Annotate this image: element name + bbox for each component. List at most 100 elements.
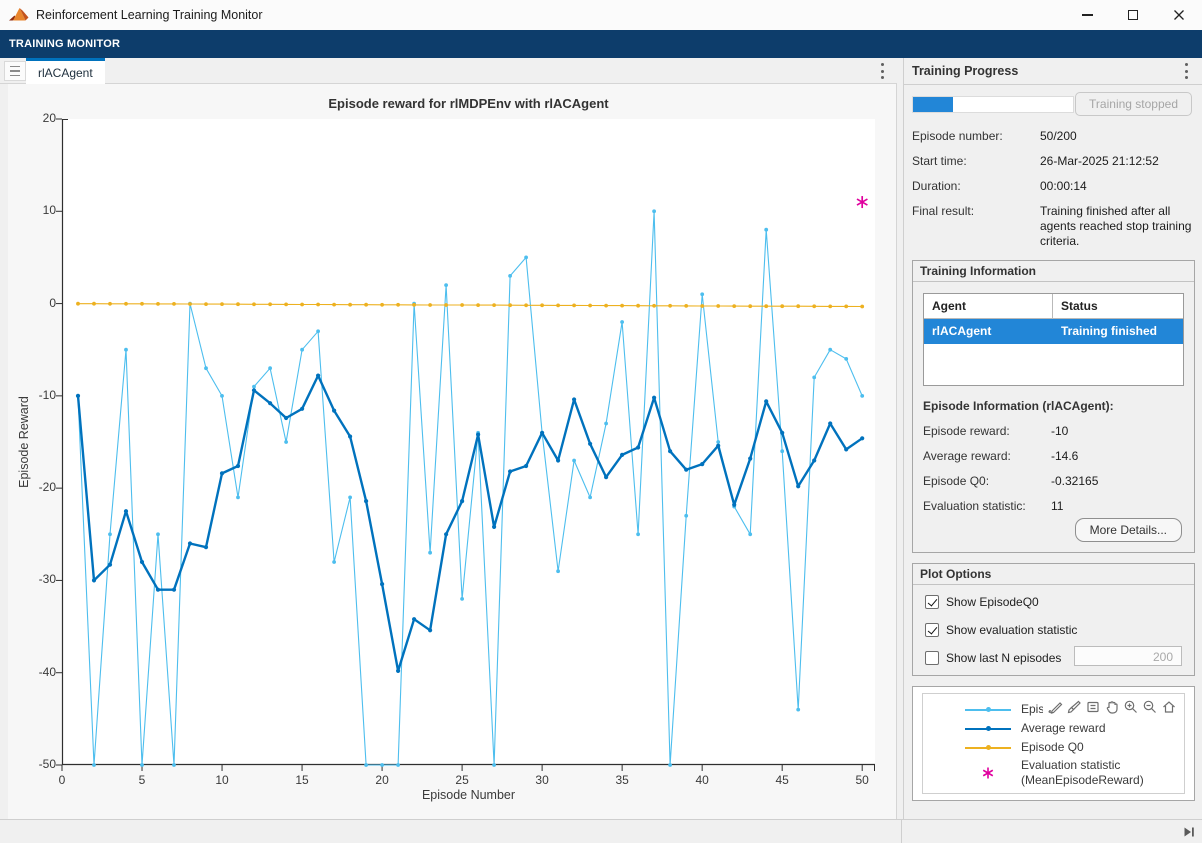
table-row[interactable]: rlACAgent Training finished xyxy=(924,319,1183,344)
x-tick-label: 40 xyxy=(695,773,708,787)
toolstrip-ribbon: TRAINING MONITOR xyxy=(0,30,1202,58)
pan-icon[interactable] xyxy=(1102,697,1121,716)
y-tick-label: 10 xyxy=(10,203,56,217)
chart-title: Episode reward for rlMDPEnv with rlACAge… xyxy=(62,96,875,111)
episode-q0-row: Episode Q0: -0.32165 xyxy=(923,474,1185,488)
legend-label: Average reward xyxy=(1021,721,1106,736)
close-button[interactable] xyxy=(1156,0,1202,30)
x-tick-label: 5 xyxy=(139,773,146,787)
panel-title: Training Progress xyxy=(912,64,1018,78)
average-reward-line-swatch xyxy=(965,728,1011,730)
y-tick-label: -10 xyxy=(10,388,56,402)
field-label: Episode number: xyxy=(912,129,1040,144)
x-tick-label: 20 xyxy=(375,773,388,787)
legend-label: Evaluation statistic (MeanEpisodeReward) xyxy=(1021,758,1144,788)
x-tick-label: 45 xyxy=(775,773,788,787)
episode-q0-line-swatch xyxy=(965,747,1011,749)
checkbox-label: Show evaluation statistic xyxy=(946,623,1077,637)
checkbox-icon xyxy=(925,651,939,665)
plot-options-section: Plot Options Show EpisodeQ0 Show evaluat… xyxy=(912,563,1195,676)
episode-reward-row: Episode reward: -10 xyxy=(923,424,1185,438)
training-progress-panel: Training Progress Training stopped Episo… xyxy=(903,58,1202,819)
checkbox-label: Show EpisodeQ0 xyxy=(946,595,1039,609)
field-label: Average reward: xyxy=(923,449,1051,463)
cell-status: Training finished xyxy=(1053,319,1183,344)
restore-view-home-icon[interactable] xyxy=(1159,697,1178,716)
last-n-episodes-input[interactable] xyxy=(1074,646,1182,666)
show-last-n-episodes-option[interactable]: Show last N episodes xyxy=(925,651,1061,665)
episode-reward-line-swatch xyxy=(965,709,1011,711)
field-label: Episode Q0: xyxy=(923,474,1051,488)
legend-item-evaluation-statistic: Evaluation statistic (MeanEpisodeReward) xyxy=(923,758,1184,788)
episode-information-title: Episode Information (rlACAgent): xyxy=(923,399,1114,413)
field-label: Episode reward: xyxy=(923,424,1051,438)
y-axis-label: Episode Reward xyxy=(17,396,31,488)
brush-icon[interactable] xyxy=(1064,697,1083,716)
x-tick-label: 0 xyxy=(59,773,66,787)
legend-label: Episode Q0 xyxy=(1021,740,1084,755)
maximize-button[interactable] xyxy=(1110,0,1156,30)
field-value: Training finished after all agents reach… xyxy=(1040,204,1195,248)
show-evaluation-statistic-option[interactable]: Show evaluation statistic xyxy=(925,623,1077,637)
close-icon xyxy=(1173,9,1185,21)
skip-to-end-icon[interactable] xyxy=(1182,825,1196,839)
y-tick-label: -50 xyxy=(10,757,56,771)
episode-number-row: Episode number: 50/200 xyxy=(912,129,1195,144)
tab-rlacagent[interactable]: rlACAgent xyxy=(26,58,105,84)
field-value: 26-Mar-2025 21:12:52 xyxy=(1040,154,1195,169)
checkbox-icon xyxy=(925,595,939,609)
column-header-status: Status xyxy=(1053,294,1183,318)
x-tick-label: 35 xyxy=(615,773,628,787)
ribbon-tab-training-monitor[interactable]: TRAINING MONITOR xyxy=(9,38,120,50)
plot-area[interactable] xyxy=(62,119,875,765)
y-tick-label: -40 xyxy=(10,665,56,679)
chart-document: Episode reward for rlMDPEnv with rlACAge… xyxy=(8,84,897,819)
training-stopped-button[interactable]: Training stopped xyxy=(1075,92,1192,116)
maximize-icon xyxy=(1128,10,1138,20)
zoom-in-icon[interactable] xyxy=(1121,697,1140,716)
more-details-button[interactable]: More Details... xyxy=(1075,518,1182,542)
progress-fill xyxy=(913,97,953,112)
minimize-icon xyxy=(1082,14,1093,16)
field-value: 00:00:14 xyxy=(1040,179,1195,194)
duration-row: Duration: 00:00:14 xyxy=(912,179,1195,194)
show-episodeq0-option[interactable]: Show EpisodeQ0 xyxy=(925,595,1039,609)
field-label: Evaluation statistic: xyxy=(923,499,1051,513)
window-title: Reinforcement Learning Training Monitor xyxy=(36,8,263,22)
x-tick-label: 25 xyxy=(455,773,468,787)
axes-toolbar xyxy=(1043,696,1180,717)
final-result-row: Final result: Training finished after al… xyxy=(912,204,1195,248)
document-tab-strip: rlACAgent xyxy=(0,58,897,84)
y-tick-label: 0 xyxy=(10,296,56,310)
tab-label: rlACAgent xyxy=(38,66,93,80)
section-title: Training Information xyxy=(913,261,1194,282)
checkbox-label: Show last N episodes xyxy=(946,651,1061,665)
document-list-button[interactable] xyxy=(4,61,26,81)
matlab-logo-icon xyxy=(9,7,29,23)
datatips-icon[interactable] xyxy=(1083,697,1102,716)
agent-status-table: Agent Status rlACAgent Training finished xyxy=(923,293,1184,386)
panel-header: Training Progress xyxy=(904,58,1202,85)
y-tick-label: -30 xyxy=(10,572,56,586)
title-bar: Reinforcement Learning Training Monitor xyxy=(0,0,1202,30)
training-progress-bar xyxy=(912,96,1074,113)
export-icon[interactable] xyxy=(1045,697,1064,716)
status-bar xyxy=(0,819,1202,843)
panel-options-kebab-icon[interactable] xyxy=(1177,61,1195,81)
field-value: 11 xyxy=(1051,499,1063,513)
y-tick-label: -20 xyxy=(10,480,56,494)
training-information-section: Training Information Agent Status rlACAg… xyxy=(912,260,1195,553)
zoom-out-icon[interactable] xyxy=(1140,697,1159,716)
tab-options-kebab-icon[interactable] xyxy=(873,61,891,81)
x-tick-label: 15 xyxy=(295,773,308,787)
checkbox-icon xyxy=(925,623,939,637)
field-value: -14.6 xyxy=(1051,449,1078,463)
evaluation-statistic-asterisk-swatch xyxy=(965,766,1011,780)
evaluation-statistic-row: Evaluation statistic: 11 xyxy=(923,499,1185,513)
field-label: Duration: xyxy=(912,179,1040,194)
x-tick-label: 10 xyxy=(215,773,228,787)
start-time-row: Start time: 26-Mar-2025 21:12:52 xyxy=(912,154,1195,169)
field-value: -10 xyxy=(1051,424,1068,438)
legend-panel: Episode reward Average reward Episode Q0 xyxy=(912,686,1195,801)
minimize-button[interactable] xyxy=(1064,0,1110,30)
